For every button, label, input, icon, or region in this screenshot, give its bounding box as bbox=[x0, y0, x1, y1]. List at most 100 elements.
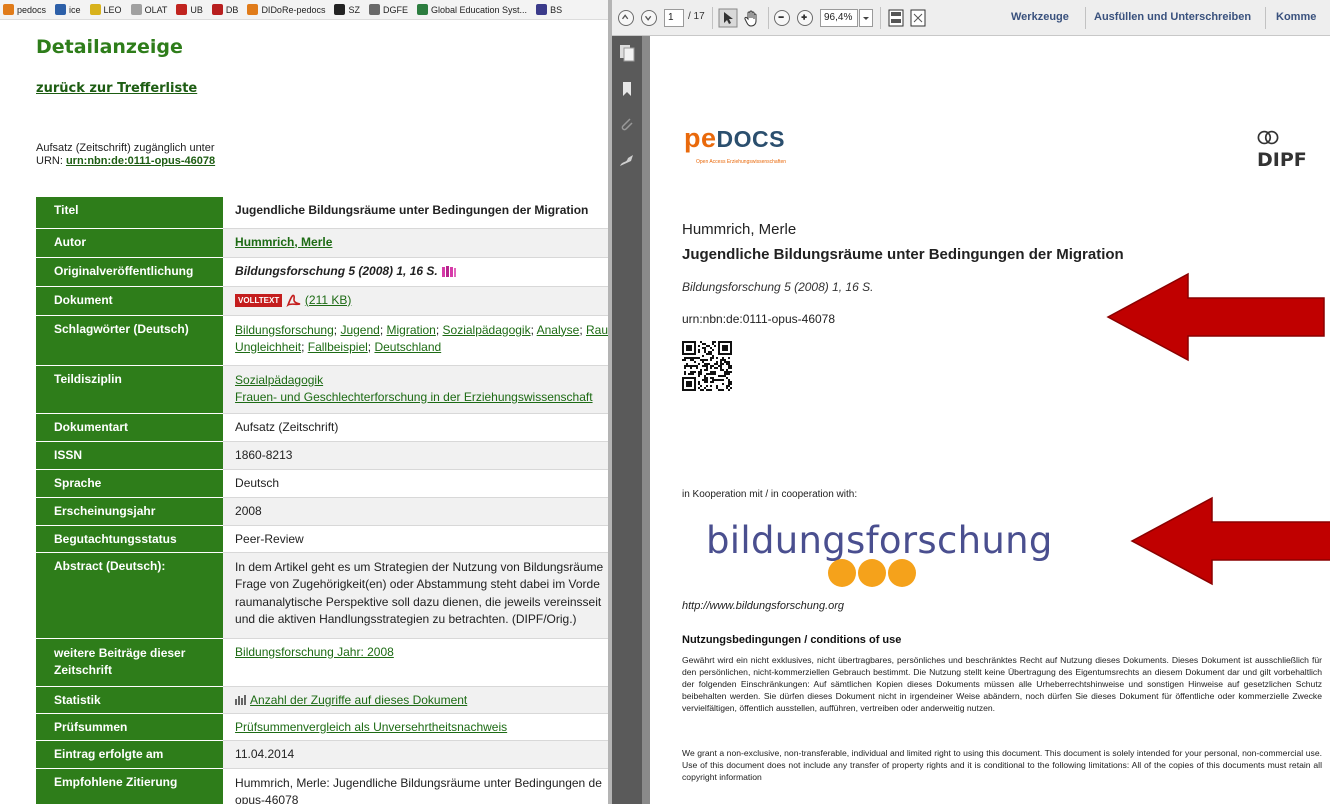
keywords-line-1: Bildungsforschung; Jugend; Migration; So… bbox=[235, 322, 608, 339]
value-abstract: In dem Artikel geht es um Strategien der… bbox=[223, 552, 608, 639]
zoom-out-icon[interactable] bbox=[774, 10, 790, 26]
keyword-link[interactable]: Fallbeispiel bbox=[308, 340, 368, 354]
pdf-urn: urn:nbn:de:0111-opus-46078 bbox=[682, 312, 836, 326]
access-line: Aufsatz (Zeitschrift) zugänglich unter bbox=[36, 142, 215, 154]
bookmark-item[interactable]: UB bbox=[176, 4, 203, 15]
previous-page-icon[interactable] bbox=[618, 10, 634, 26]
pdf-icon[interactable] bbox=[285, 293, 302, 308]
key-original: Originalveröffentlichung bbox=[36, 257, 224, 287]
conditions-de: Gewährt wird ein nicht exklusives, nicht… bbox=[682, 655, 1322, 713]
bookmark-label: LEO bbox=[103, 4, 122, 15]
value-zitierung: Hummrich, Merle: Jugendliche Bildungsräu… bbox=[223, 768, 608, 804]
row-eintrag: Eintrag erfolgte am 11.04.2014 bbox=[36, 740, 608, 769]
next-page-icon[interactable] bbox=[641, 10, 657, 26]
qr-code bbox=[682, 341, 732, 391]
discipline-link-2[interactable]: Frauen- und Geschlechterforschung in der… bbox=[235, 390, 593, 404]
keyword-link[interactable]: Sozialpädagogik bbox=[443, 323, 531, 337]
hand-tool-icon[interactable] bbox=[742, 8, 762, 28]
pages-icon[interactable] bbox=[618, 44, 636, 62]
fit-page-icon[interactable] bbox=[886, 8, 906, 28]
keyword-separator: ; bbox=[301, 339, 308, 354]
abstract-line: und die aktiven Handlungsstrategien zu b… bbox=[235, 612, 577, 626]
bookmark-favicon-icon bbox=[55, 4, 67, 15]
key-dokumentart: Dokumentart bbox=[36, 413, 224, 442]
key-sprache: Sprache bbox=[36, 469, 224, 498]
discipline-link-1[interactable]: Sozialpädagogik bbox=[235, 373, 323, 387]
pdf-page: peDOCS Open Access Erziehungswissenschaf… bbox=[650, 36, 1330, 804]
keyword-link[interactable]: Rau bbox=[586, 323, 608, 337]
journal-year-link[interactable]: Bildungsforschung Jahr: 2008 bbox=[235, 645, 394, 659]
toolbar-separator bbox=[1085, 7, 1086, 29]
bookmark-item[interactable]: DGFE bbox=[368, 4, 408, 15]
journal-icon[interactable] bbox=[441, 265, 457, 278]
menu-fill-sign[interactable]: Ausfüllen und Unterschreiben bbox=[1094, 11, 1251, 23]
keyword-link[interactable]: Jugend bbox=[340, 323, 379, 337]
volltext-badge[interactable]: VOLLTEXT bbox=[235, 293, 283, 307]
checksum-link[interactable]: Prüfsummenvergleich als Unversehrtheitsn… bbox=[235, 720, 507, 734]
value-teildisziplin: Sozialpädagogik Frauen- und Geschlechter… bbox=[223, 365, 608, 414]
menu-tools[interactable]: Werkzeuge bbox=[1011, 11, 1069, 23]
zoom-level-input[interactable]: 96,4% bbox=[820, 9, 858, 27]
pedocs-logo-docs: DOCS bbox=[716, 126, 785, 152]
keyword-link[interactable]: Bildungsforschung bbox=[235, 323, 334, 337]
row-schlagwoerter: Schlagwörter (Deutsch) Bildungsforschung… bbox=[36, 315, 608, 366]
value-sprache: Deutsch bbox=[223, 469, 608, 498]
full-screen-icon[interactable] bbox=[908, 8, 928, 28]
keyword-link[interactable]: Deutschland bbox=[374, 340, 441, 354]
key-zitierung: Empfohlene Zitierung bbox=[36, 768, 224, 804]
bookmark-item[interactable]: DIDoRe-pedocs bbox=[247, 4, 325, 15]
signature-icon[interactable] bbox=[618, 152, 636, 170]
value-statistik: Anzahl der Zugriffe auf dieses Dokument bbox=[223, 686, 608, 714]
bookmark-favicon-icon bbox=[417, 4, 428, 15]
row-dokument: Dokument VOLLTEXT (211 KB) bbox=[36, 286, 608, 316]
bildungsforschung-logo: bildungsforschung bbox=[706, 519, 1053, 562]
bookmark-label: BS bbox=[550, 4, 563, 15]
zoom-dropdown[interactable] bbox=[859, 9, 873, 27]
bookmark-item[interactable]: ice bbox=[55, 4, 81, 15]
bookmark-item[interactable]: OLAT bbox=[130, 4, 167, 15]
row-sprache: Sprache Deutsch bbox=[36, 469, 608, 498]
urn-link[interactable]: urn:nbn:de:0111-opus-46078 bbox=[66, 155, 215, 167]
abstract-line: In dem Artikel geht es um Strategien der… bbox=[235, 559, 604, 574]
keyword-separator: ; bbox=[579, 322, 586, 337]
keyword-link[interactable]: Migration bbox=[386, 323, 435, 337]
bookmark-label: DB bbox=[225, 4, 239, 15]
pedocs-tagline: Open Access Erziehungswissenschaften bbox=[696, 159, 787, 165]
pdf-citation: Bildungsforschung 5 (2008) 1, 16 S. bbox=[682, 280, 874, 294]
menu-comment[interactable]: Komme bbox=[1276, 11, 1316, 23]
bookmark-label: Global Education Syst... bbox=[431, 4, 528, 15]
zoom-in-icon[interactable] bbox=[797, 10, 813, 26]
pdf-title: Jugendliche Bildungsräume unter Bedingun… bbox=[682, 246, 1124, 263]
keyword-link[interactable]: Ungleichheit bbox=[235, 340, 301, 354]
select-cursor-icon[interactable] bbox=[718, 8, 738, 28]
attachment-icon[interactable] bbox=[618, 116, 636, 134]
citation-line-2: opus-46078 bbox=[235, 792, 299, 804]
bookmark-label: SZ bbox=[348, 4, 360, 15]
bookmark-item[interactable]: pedocs bbox=[3, 4, 46, 15]
screen: pedocs ice LEO OLAT UB DB DIDoRe-pedocs SZ DGFE G… bbox=[0, 0, 1330, 804]
key-titel: Titel bbox=[36, 197, 224, 229]
author-link[interactable]: Hummrich, Merle bbox=[235, 235, 332, 249]
abstract-line: raumanalytische Perspektive soll dazu di… bbox=[235, 594, 602, 609]
urn-label: URN: bbox=[36, 155, 66, 167]
back-to-results-link[interactable]: zurück zur Trefferliste bbox=[36, 81, 197, 96]
bookmark-icon[interactable] bbox=[618, 80, 636, 98]
bookmark-item[interactable]: BS bbox=[536, 4, 562, 15]
row-pruefsummen: Prüfsummen Prüfsummenvergleich als Unver… bbox=[36, 713, 608, 741]
page-number-input[interactable]: 1 bbox=[664, 9, 684, 27]
bookmark-item[interactable]: Global Education Syst... bbox=[417, 4, 527, 15]
bookmark-item[interactable]: SZ bbox=[334, 4, 360, 15]
key-weitere-line-1: weitere Beiträge dieser bbox=[54, 645, 186, 660]
statistics-link[interactable]: Anzahl der Zugriffe auf dieses Dokument bbox=[250, 693, 467, 707]
page-title: Detailanzeige bbox=[36, 36, 183, 58]
row-autor: Autor Hummrich, Merle bbox=[36, 228, 608, 258]
value-jahr: 2008 bbox=[223, 497, 608, 526]
key-weitere: weitere Beiträge dieser Zeitschrift bbox=[36, 638, 224, 687]
bookmark-item[interactable]: DB bbox=[211, 4, 239, 15]
row-dokumentart: Dokumentart Aufsatz (Zeitschrift) bbox=[36, 413, 608, 442]
bookmark-item[interactable]: LEO bbox=[89, 4, 122, 15]
row-titel: Titel Jugendliche Bildungsräume unter Be… bbox=[36, 197, 608, 229]
keyword-link[interactable]: Analyse bbox=[537, 323, 580, 337]
pdf-size-link[interactable]: (211 KB) bbox=[305, 293, 351, 307]
browser-pane: pedocs ice LEO OLAT UB DB DIDoRe-pedocs SZ DGFE G… bbox=[0, 0, 608, 804]
